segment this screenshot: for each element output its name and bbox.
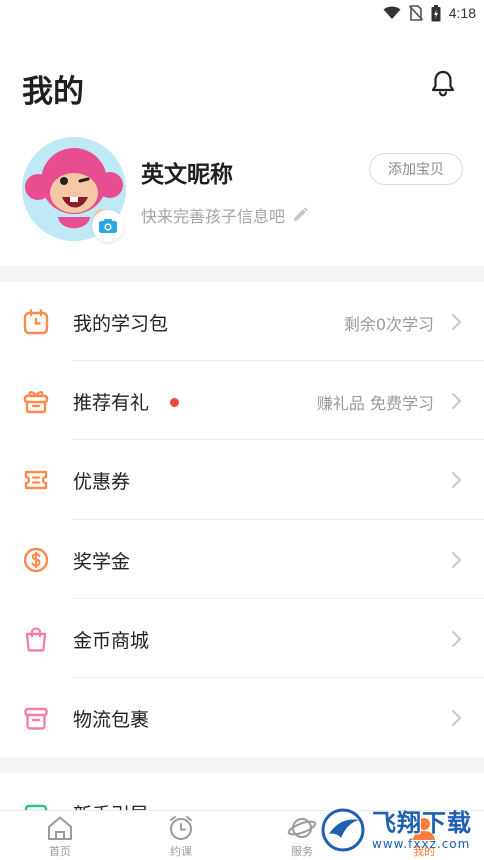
menu-list: 我的学习包 剩余0次学习 推荐有礼 赚礼品 免费学习 优惠券 奖学金 金币商城 …	[0, 282, 484, 757]
chevron-right-icon	[452, 472, 461, 489]
complete-info-prompt[interactable]: 快来完善孩子信息吧	[141, 203, 309, 227]
no-sim-icon	[408, 5, 423, 21]
shopping-bag-icon	[25, 627, 47, 652]
menu-item-label: 推荐有礼	[73, 392, 150, 415]
new-badge-dot	[170, 398, 179, 408]
chevron-right-icon	[452, 709, 461, 726]
tab-label: 约课	[170, 845, 192, 858]
add-baby-button[interactable]: 添加宝贝	[369, 153, 463, 185]
wifi-icon	[383, 6, 401, 19]
notification-bell-icon[interactable]	[428, 68, 458, 98]
tab-home[interactable]: 首页	[30, 811, 90, 860]
status-icons: 4:18	[383, 3, 476, 23]
menu-item-coin-mall[interactable]: 金币商城	[0, 599, 484, 678]
status-bar: 4:18	[0, 0, 484, 26]
page-title: 我的	[22, 74, 84, 110]
tab-label: 服务	[291, 845, 313, 858]
watermark-title: 飞翔下载	[372, 809, 472, 837]
menu-item-referral[interactable]: 推荐有礼 赚礼品 免费学习	[0, 361, 484, 441]
complete-info-text: 快来完善孩子信息吧	[141, 207, 286, 226]
watermark-logo	[318, 805, 368, 855]
menu-item-logistics[interactable]: 物流包裹	[0, 678, 484, 757]
menu-item-value: 剩余0次学习	[343, 315, 434, 334]
alarm-clock-icon	[170, 816, 192, 840]
tab-label: 首页	[49, 845, 71, 858]
battery-charging-icon	[431, 4, 441, 21]
chevron-right-icon	[452, 314, 461, 330]
menu-item-label: 奖学金	[73, 550, 131, 573]
menu-item-label: 金币商城	[73, 629, 150, 652]
calendar-icon	[23, 309, 49, 335]
chevron-right-icon	[452, 551, 461, 568]
gift-icon	[23, 391, 49, 414]
menu-item-label: 我的学习包	[73, 313, 169, 335]
dollar-coin-icon	[23, 547, 49, 572]
status-time: 4:18	[448, 5, 476, 21]
package-icon	[24, 707, 48, 730]
menu-item-scholarship[interactable]: 奖学金	[0, 520, 484, 599]
edit-pencil-icon	[294, 207, 308, 221]
section-divider	[0, 757, 484, 773]
watermark-url: www.fxxz.com	[372, 837, 471, 851]
change-avatar-button[interactable]	[92, 210, 124, 242]
tab-booking[interactable]: 约课	[151, 811, 211, 860]
menu-item-label: 物流包裹	[73, 708, 150, 731]
menu-item-study-pack[interactable]: 我的学习包 剩余0次学习	[0, 282, 484, 362]
bird-logo-icon	[321, 808, 365, 852]
menu-item-value: 赚礼品 免费学习	[316, 394, 434, 414]
section-divider	[0, 266, 484, 282]
menu-item-label: 优惠券	[73, 471, 131, 494]
chevron-right-icon	[452, 630, 461, 647]
chevron-right-icon	[452, 393, 461, 410]
nickname[interactable]: 英文昵称	[141, 155, 233, 189]
home-icon	[48, 816, 72, 840]
watermark-text: 飞翔下载 www.fxxz.com	[372, 809, 472, 851]
watermark: 飞翔下载 www.fxxz.com	[318, 800, 484, 860]
menu-item-coupons[interactable]: 优惠券	[0, 440, 484, 520]
planet-icon	[287, 818, 317, 838]
camera-icon	[99, 219, 117, 233]
coupon-icon	[24, 471, 48, 490]
